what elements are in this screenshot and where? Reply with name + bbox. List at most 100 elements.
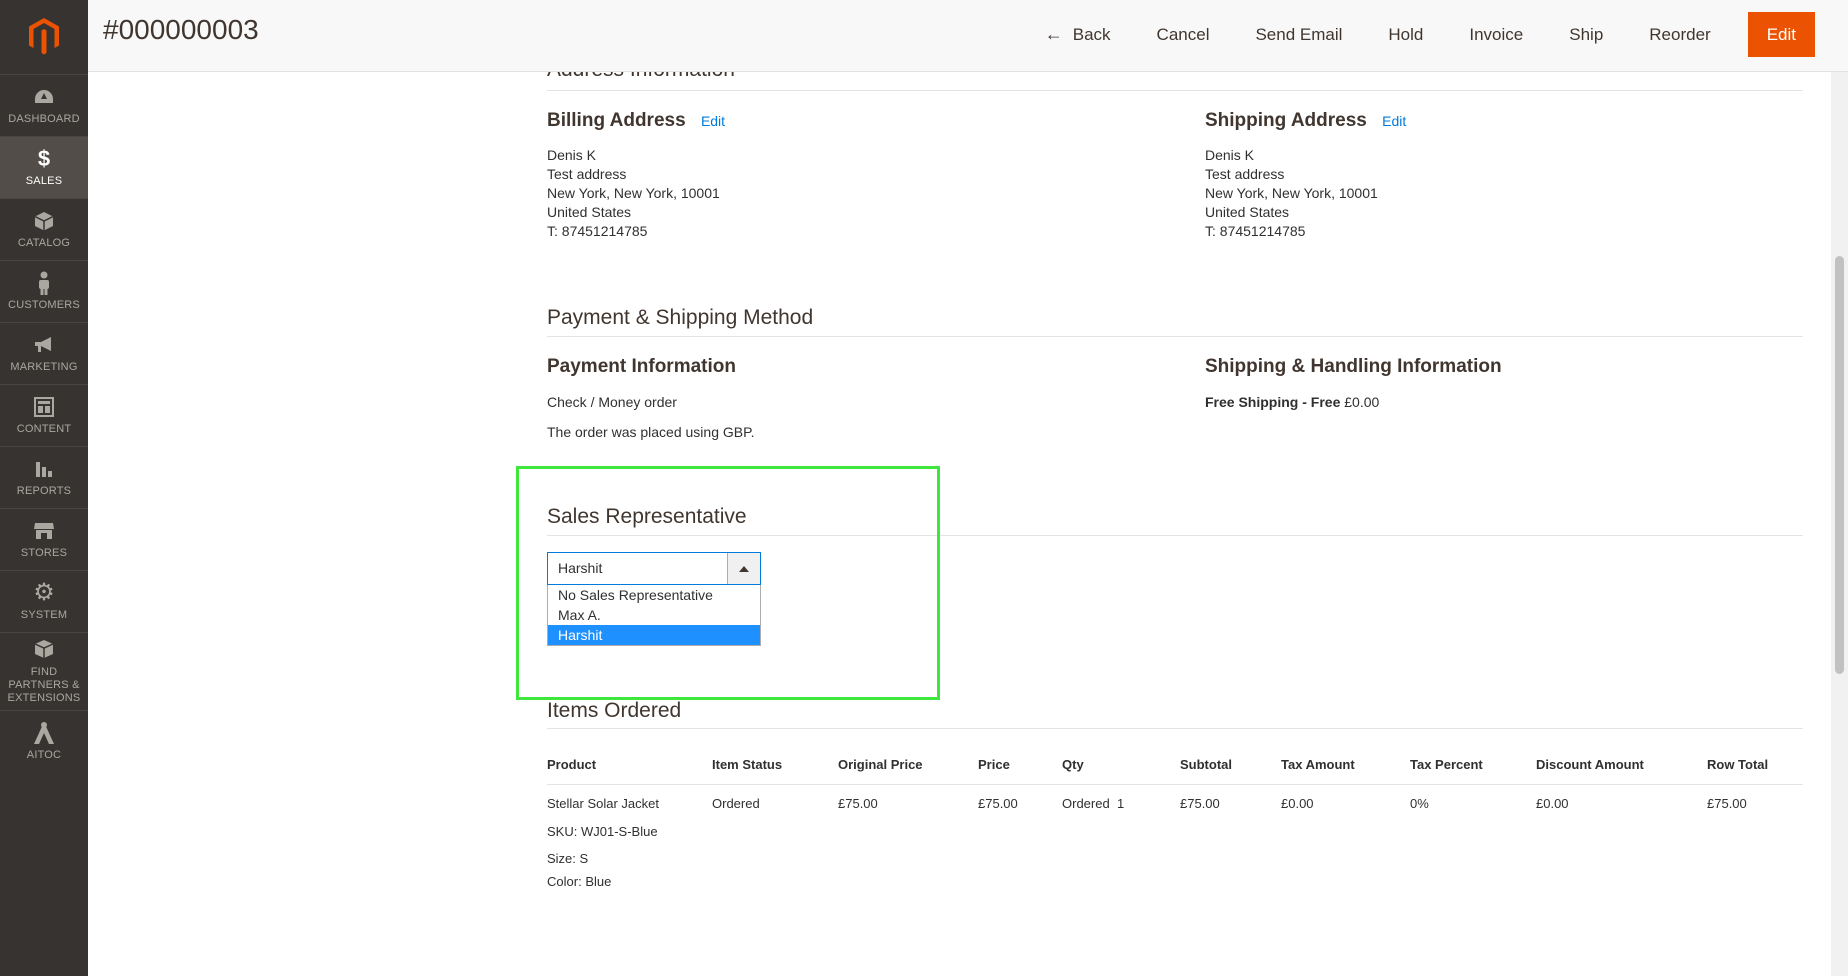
billing-address-lines: Denis K Test address New York, New York,…	[547, 146, 725, 241]
menu-item-marketing[interactable]: Marketing	[0, 322, 88, 384]
admin-menu: Dashboard $ Sales Catalog Customers Mark…	[0, 74, 88, 772]
billing-phone: T: 87451214785	[547, 223, 648, 239]
billing-title: Billing Address Edit	[547, 110, 725, 132]
qty-label: Ordered	[1062, 796, 1110, 811]
col-tax-amount: Tax Amount	[1281, 757, 1355, 772]
shipping-name: Denis K	[1205, 147, 1255, 163]
shipping-street: Test address	[1205, 166, 1285, 182]
menu-label: Sales	[25, 175, 63, 187]
original-price: £75.00	[838, 796, 878, 811]
arrow-left-icon: ←	[1044, 24, 1063, 44]
billing-title-text: Billing Address	[547, 110, 686, 131]
section-divider	[547, 336, 1803, 337]
payment-note: The order was placed using GBP.	[547, 424, 755, 440]
menu-label: Marketing	[10, 361, 78, 373]
col-item-status: Item Status	[712, 757, 783, 772]
size-label: Size:	[547, 851, 576, 866]
shipping-edit-link[interactable]: Edit	[1382, 113, 1406, 129]
back-button[interactable]: ← Back	[1022, 12, 1134, 57]
payment-section-title: Payment & Shipping Method	[547, 306, 814, 329]
magento-logo[interactable]	[0, 0, 88, 72]
product-sku: SKU: WJ01-S-Blue	[547, 824, 658, 839]
menu-label: Find Partners & Extensions	[7, 666, 81, 704]
menu-item-partners[interactable]: Find Partners & Extensions	[0, 632, 88, 710]
col-discount-amount: Discount Amount	[1536, 757, 1644, 772]
shipping-title-text: Shipping Address	[1205, 110, 1367, 131]
menu-label: Customers	[8, 299, 80, 311]
sku-label: SKU:	[547, 824, 578, 839]
ship-button[interactable]: Ship	[1546, 12, 1626, 57]
store-icon	[32, 519, 56, 543]
menu-item-dashboard[interactable]: Dashboard	[0, 74, 88, 136]
col-original-price: Original Price	[838, 757, 923, 772]
subtotal: £75.00	[1180, 796, 1220, 811]
menu-item-aitoc[interactable]: Aitoc	[0, 710, 88, 772]
tax-percent: 0%	[1410, 796, 1429, 811]
shipping-method: Free Shipping - Free £0.00	[1205, 394, 1379, 410]
reorder-button[interactable]: Reorder	[1626, 12, 1733, 57]
color-value: Blue	[585, 874, 612, 889]
person-icon	[32, 271, 56, 295]
menu-item-reports[interactable]: Reports	[0, 446, 88, 508]
send-email-button[interactable]: Send Email	[1232, 12, 1365, 57]
qty: Ordered 1	[1062, 796, 1124, 811]
menu-label: Reports	[16, 485, 72, 497]
edit-button[interactable]: Edit	[1747, 12, 1815, 57]
dashboard-icon	[32, 85, 56, 109]
product-color: Color: Blue	[547, 874, 611, 889]
billing-edit-link[interactable]: Edit	[701, 113, 725, 129]
menu-item-catalog[interactable]: Catalog	[0, 198, 88, 260]
menu-label: Catalog	[17, 237, 71, 249]
hold-button[interactable]: Hold	[1365, 12, 1446, 57]
page-scrollbar[interactable]	[1831, 72, 1848, 976]
shipping-country: United States	[1205, 204, 1290, 220]
megaphone-icon	[32, 333, 56, 357]
shipping-title: Shipping Address Edit	[1205, 110, 1406, 132]
dollar-icon: $	[37, 146, 51, 171]
magento-logo-icon	[29, 18, 59, 55]
box-icon	[32, 209, 56, 233]
menu-label: Stores	[20, 547, 68, 559]
sku-value: WJ01-S-Blue	[580, 824, 658, 839]
menu-item-customers[interactable]: Customers	[0, 260, 88, 322]
payment-method: Check / Money order	[547, 394, 677, 410]
menu-item-sales[interactable]: $ Sales	[0, 136, 88, 198]
section-divider	[547, 728, 1803, 729]
page-title: #000000003	[103, 14, 259, 45]
cubes-icon	[32, 638, 56, 662]
row-total: £75.00	[1707, 796, 1747, 811]
price: £75.00	[978, 796, 1018, 811]
billing-address: Billing Address Edit Denis K Test addres…	[547, 110, 725, 241]
bar-chart-icon	[32, 457, 56, 481]
address-section-clip: Address Information	[547, 72, 1803, 92]
shipping-address: Shipping Address Edit Denis K Test addre…	[1205, 110, 1406, 241]
shipping-method-price: £0.00	[1344, 394, 1380, 410]
table-header-divider	[547, 784, 1803, 785]
back-label: Back	[1072, 24, 1111, 44]
page-header: #000000003 ← Back Cancel Send Email Hold…	[88, 0, 1848, 72]
scrollbar-thumb[interactable]	[1835, 256, 1844, 674]
billing-city: New York, New York, 10001	[547, 185, 720, 201]
section-divider	[547, 90, 1803, 91]
product-size: Size: S	[547, 851, 588, 866]
menu-item-content[interactable]: Content	[0, 384, 88, 446]
col-subtotal: Subtotal	[1180, 757, 1232, 772]
col-row-total: Row Total	[1707, 757, 1769, 772]
menu-item-system[interactable]: ⚙ System	[0, 570, 88, 632]
billing-name: Denis K	[547, 147, 597, 163]
cancel-button[interactable]: Cancel	[1134, 12, 1233, 57]
menu-item-stores[interactable]: Stores	[0, 508, 88, 570]
menu-label: System	[20, 609, 68, 621]
menu-label: Dashboard	[8, 113, 80, 125]
page-actions: ← Back Cancel Send Email Hold Invoice Sh…	[1022, 12, 1815, 57]
item-status: Ordered	[712, 796, 760, 811]
aitoc-icon	[32, 721, 56, 745]
payment-info-title: Payment Information	[547, 356, 736, 377]
qty-value: 1	[1116, 796, 1125, 811]
invoice-button[interactable]: Invoice	[1446, 12, 1546, 57]
billing-street: Test address	[547, 166, 627, 182]
billing-country: United States	[547, 204, 632, 220]
tax-amount: £0.00	[1281, 796, 1314, 811]
discount-amount: £0.00	[1536, 796, 1569, 811]
product-name: Stellar Solar Jacket	[547, 796, 659, 811]
